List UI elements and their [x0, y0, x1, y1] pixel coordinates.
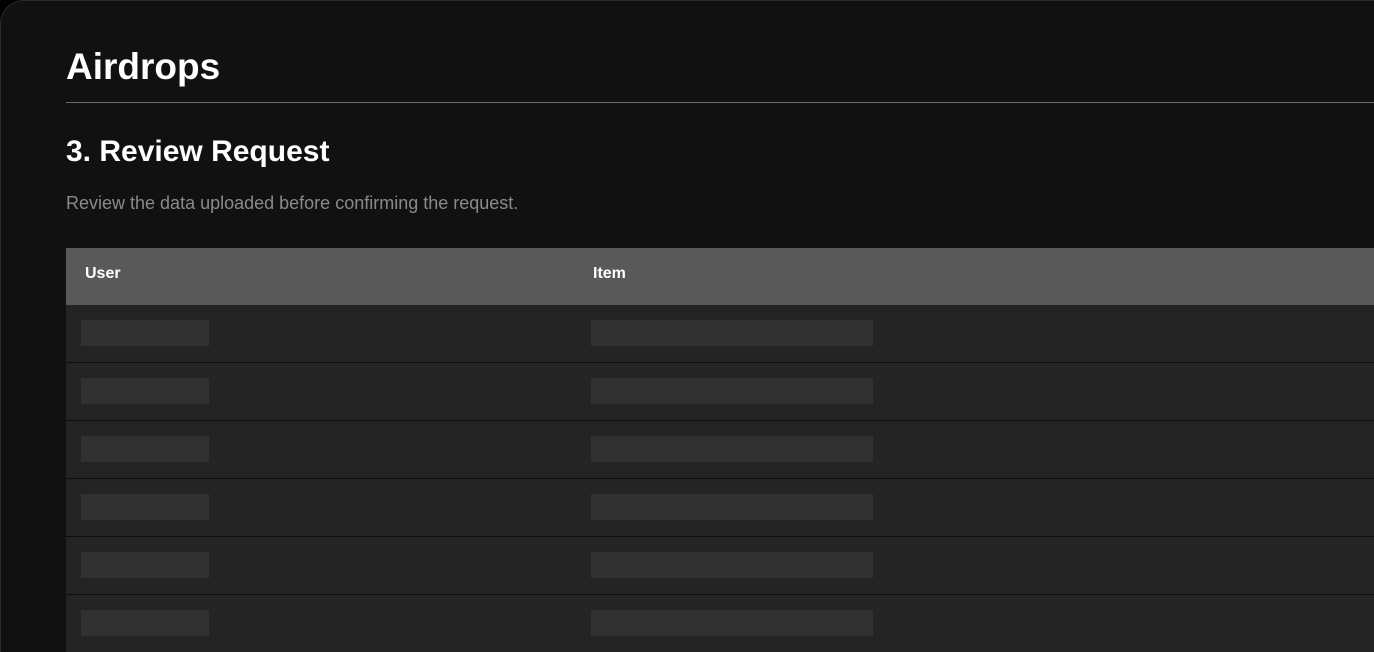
section-title: 3. Review Request: [66, 135, 330, 168]
review-table: User Item: [66, 248, 1374, 652]
item-cell-placeholder: [591, 320, 873, 346]
user-cell-placeholder: [81, 378, 209, 404]
item-cell-placeholder: [591, 610, 873, 636]
table-header: User Item: [66, 248, 1374, 305]
table-row: [66, 479, 1374, 537]
item-cell-placeholder: [591, 552, 873, 578]
table-row: [66, 421, 1374, 479]
user-cell-placeholder: [81, 436, 209, 462]
table-row: [66, 537, 1374, 595]
user-cell-placeholder: [81, 610, 209, 636]
column-header-user: User: [85, 265, 121, 282]
section-description: Review the data uploaded before confirmi…: [66, 193, 519, 213]
user-cell-placeholder: [81, 494, 209, 520]
item-cell-placeholder: [591, 494, 873, 520]
table-row: [66, 305, 1374, 363]
column-header-item: Item: [593, 265, 626, 282]
user-cell-placeholder: [81, 320, 209, 346]
title-divider: [66, 102, 1374, 103]
item-cell-placeholder: [591, 436, 873, 462]
app-window: Airdrops 3. Review Request Review the da…: [0, 0, 1374, 652]
page-title: Airdrops: [66, 46, 221, 87]
table-row: [66, 595, 1374, 652]
table-row: [66, 363, 1374, 421]
user-cell-placeholder: [81, 552, 209, 578]
item-cell-placeholder: [591, 378, 873, 404]
